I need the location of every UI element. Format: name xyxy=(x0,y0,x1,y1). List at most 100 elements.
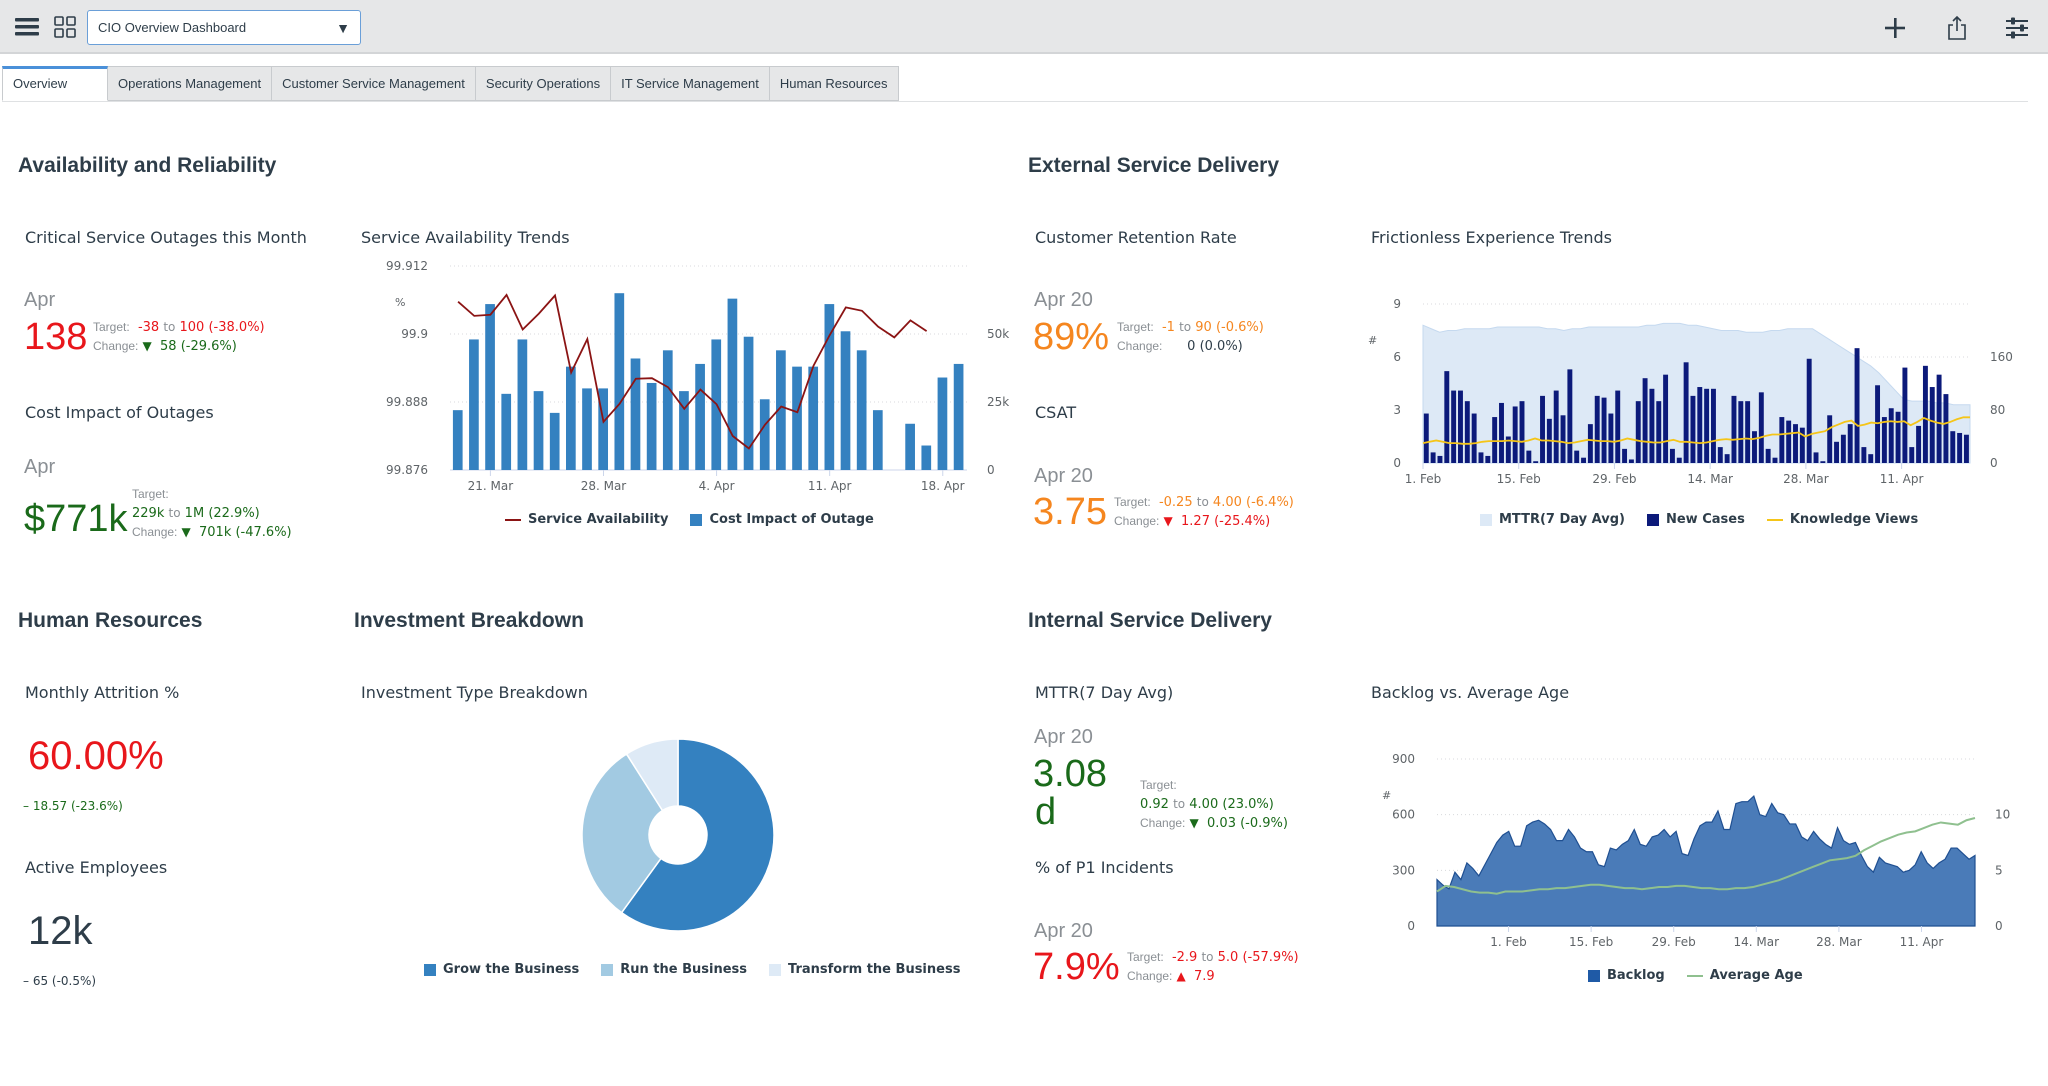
kpi-date: Apr 20 xyxy=(1034,726,1093,748)
legend-label: Grow the Business xyxy=(443,962,580,977)
new-cases-bar xyxy=(1444,371,1450,463)
legend-backlog[interactable]: Backlog xyxy=(1588,968,1665,983)
tab-operations-management[interactable]: Operations Management xyxy=(108,66,273,101)
slice-swatch xyxy=(424,963,436,976)
kpi-value: 60.00% xyxy=(28,734,164,778)
plus-icon[interactable] xyxy=(1880,13,1910,43)
cost-bar xyxy=(727,298,738,470)
new-cases-bar xyxy=(1540,395,1545,463)
change-label: Change: xyxy=(93,339,139,353)
new-cases-bar xyxy=(1861,447,1867,463)
new-cases-bar xyxy=(1683,362,1689,463)
x-tick-label: 1. Feb xyxy=(1405,472,1442,486)
legend-transform[interactable]: Transform the Business xyxy=(769,962,960,977)
area-swatch xyxy=(1588,969,1600,982)
y-left-tick-label: 99.888 xyxy=(386,395,428,409)
target-delta: -38 xyxy=(137,320,160,335)
legend-service-availability[interactable]: Service Availability xyxy=(505,512,668,527)
legend-average-age[interactable]: Average Age xyxy=(1686,968,1803,983)
new-cases-bar xyxy=(1765,448,1771,463)
x-tick-label: 15. Feb xyxy=(1497,472,1541,486)
dashboard-select[interactable]: CIO Overview Dashboard ▼ xyxy=(87,10,361,45)
tab-security-operations[interactable]: Security Operations xyxy=(475,66,612,101)
kpi-value: 12k xyxy=(28,909,93,953)
y-right-tick-label: 25k xyxy=(987,395,1009,409)
legend-new-cases[interactable]: New Cases xyxy=(1646,512,1745,527)
cost-bar xyxy=(937,377,948,470)
target-label: Target: xyxy=(1127,950,1164,964)
to-label: to xyxy=(163,320,176,334)
new-cases-bar xyxy=(1512,406,1518,463)
kpi-date: Apr 20 xyxy=(1034,289,1093,311)
frictionless-legend: MTTR(7 Day Avg) New Cases Knowledge View… xyxy=(1480,512,1918,527)
to-label: to xyxy=(1196,495,1209,509)
cost-bar xyxy=(646,382,657,470)
target-pct: (-57.9%) xyxy=(1242,950,1299,965)
new-cases-bar xyxy=(1827,415,1833,463)
service-availability-line xyxy=(457,293,928,450)
new-cases-bar xyxy=(1752,431,1757,463)
legend-label: Run the Business xyxy=(620,962,748,977)
investment-pie-chart[interactable] xyxy=(560,730,800,940)
change-label: Change: xyxy=(1140,816,1186,830)
tab-divider xyxy=(2,101,2028,102)
kpi-value: 89% xyxy=(1033,316,1110,358)
new-cases-bar xyxy=(1888,408,1894,463)
cost-bar xyxy=(485,304,495,470)
x-tick-label: 4. Apr xyxy=(699,479,735,493)
backlog-area xyxy=(1436,795,1976,927)
change-label: Change: xyxy=(1127,969,1173,983)
kpi-value: 138 xyxy=(24,316,88,358)
new-cases-bar xyxy=(1738,401,1744,463)
new-cases-bar xyxy=(1806,358,1812,463)
service-availability-chart[interactable]: 99.912 99.9 99.888 99.876 50k 25k 0% 21. Mar 28.… xyxy=(355,250,1015,510)
new-cases-bar xyxy=(1690,395,1696,463)
legend-label: Backlog xyxy=(1607,968,1665,983)
cost-bar xyxy=(792,366,802,470)
menu-icon[interactable] xyxy=(12,14,42,40)
legend-cost-impact[interactable]: Cost Impact of Outage xyxy=(690,512,874,527)
legend-run[interactable]: Run the Business xyxy=(601,962,747,977)
legend-grow[interactable]: Grow the Business xyxy=(424,962,579,977)
frictionless-chart[interactable]: 9 6 3 0 160 80 0 #1. Feb 15. Feb 29. Feb 14. Mar 28… xyxy=(1360,290,2040,505)
widget-title: Critical Service Outages this Month xyxy=(25,228,307,247)
change-label: Change: xyxy=(1114,514,1160,528)
slice-swatch xyxy=(601,963,614,976)
cost-bar xyxy=(872,410,883,470)
cost-bar xyxy=(840,331,851,470)
widget-title: Customer Retention Rate xyxy=(1035,228,1237,247)
change-value: 0 (0.0%) xyxy=(1187,339,1243,354)
legend-mttr[interactable]: MTTR(7 Day Avg) xyxy=(1480,512,1625,527)
new-cases-bar xyxy=(1793,424,1798,463)
legend-knowledge-views[interactable]: Knowledge Views xyxy=(1766,512,1918,527)
change-label: Change: xyxy=(1117,339,1163,353)
tab-overview[interactable]: Overview xyxy=(2,66,108,101)
legend-label: Average Age xyxy=(1709,968,1803,983)
target-label: Target: xyxy=(93,320,130,334)
new-cases-bar xyxy=(1485,455,1491,463)
apps-grid-icon[interactable] xyxy=(52,14,78,40)
new-cases-bar xyxy=(1834,441,1839,463)
new-cases-bar xyxy=(1895,411,1901,463)
new-cases-bar xyxy=(1676,457,1682,463)
target-label: Target: xyxy=(132,487,169,501)
y-left-tick-label: 99.912 xyxy=(386,259,428,273)
backlog-chart[interactable]: 900 600 300 0 10 5 0 #1. Feb 15. Feb 29. Feb 14. M… xyxy=(1360,745,2040,950)
y-right-tick-label: 160 xyxy=(1990,350,2013,364)
filter-sliders-icon[interactable] xyxy=(2002,13,2032,43)
kpi-meta: Target: 0.92 to 4.00 (23.0%) Change: ▼ 0… xyxy=(1140,776,1288,833)
top-bar: CIO Overview Dashboard ▼ xyxy=(0,0,2048,54)
tab-customer-service-management[interactable]: Customer Service Management xyxy=(272,66,476,101)
widget-title: MTTR(7 Day Avg) xyxy=(1035,683,1174,702)
section-title-investment: Investment Breakdown xyxy=(354,609,584,632)
y-right-tick-label: 10 xyxy=(1995,808,2010,822)
new-cases-bar xyxy=(1587,424,1593,463)
new-cases-bar xyxy=(1581,457,1587,463)
new-cases-bar xyxy=(1840,434,1846,463)
new-cases-bar xyxy=(1916,425,1922,463)
tab-human-resources[interactable]: Human Resources xyxy=(769,66,899,101)
cost-bar xyxy=(921,445,932,470)
change-value: 701k (-47.6%) xyxy=(199,525,292,540)
tab-it-service-management[interactable]: IT Service Management xyxy=(611,66,770,101)
share-icon[interactable] xyxy=(1942,13,1972,43)
